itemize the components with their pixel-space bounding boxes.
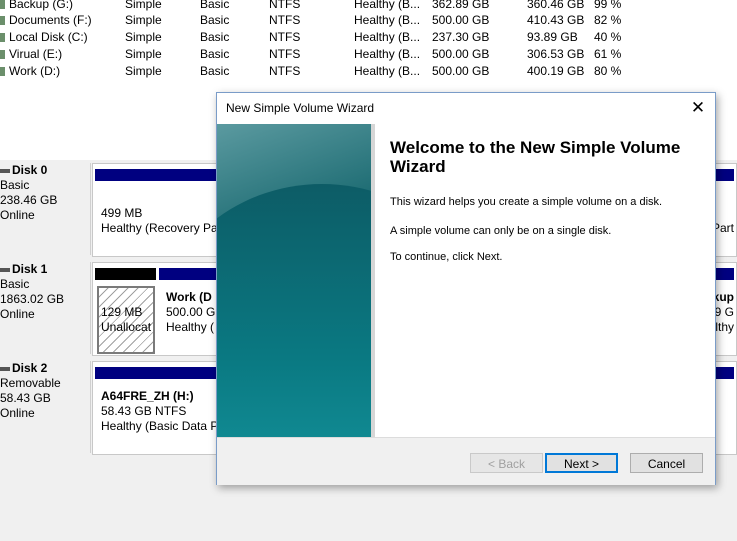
welcome-line-2: A simple volume can only be on a single …: [390, 225, 612, 237]
volume-capacity: 500.00 GB: [432, 47, 490, 61]
disk-2-label[interactable]: Disk 2 Removable 58.43 GB Online: [0, 361, 91, 453]
partition-name[interactable]: A64FRE_ZH (H:): [101, 389, 194, 404]
volume-type: Basic: [200, 64, 230, 78]
partition-name[interactable]: Work (D: [166, 290, 212, 305]
wizard-body: Welcome to the New Simple Volume Wizard …: [217, 124, 715, 437]
volume-fs: NTFS: [269, 47, 301, 61]
disk-1-state: Online: [0, 307, 35, 321]
partition-size[interactable]: 58.43 GB NTFS: [101, 404, 186, 419]
volume-pct: 40 %: [594, 30, 622, 44]
volume-capacity: 237.30 GB: [432, 30, 490, 44]
volume-name: Virual (E:): [9, 47, 63, 61]
banner-divider: [371, 124, 375, 437]
partition-status[interactable]: Healthy (Basic Data Pa: [101, 419, 225, 434]
volume-pct: 80 %: [594, 64, 622, 78]
disk-0-state: Online: [0, 208, 35, 222]
volume-fs: NTFS: [269, 13, 301, 27]
volume-type: Basic: [200, 13, 230, 27]
volume-free: 400.19 GB: [527, 64, 585, 78]
unallocated-size: 129 MB: [101, 305, 143, 319]
volume-layout: Simple: [125, 64, 162, 78]
volume-type: Basic: [200, 47, 230, 61]
volume-icon: [0, 50, 5, 59]
volume-layout: Simple: [125, 13, 162, 27]
volume-fs: NTFS: [269, 64, 301, 78]
disk-0-label[interactable]: Disk 0 Basic 238.46 GB Online: [0, 163, 91, 255]
volume-free: 306.53 GB: [527, 47, 585, 61]
welcome-line-3: To continue, click Next.: [390, 251, 503, 263]
new-simple-volume-wizard: New Simple Volume Wizard ✕ Welcome to th…: [216, 92, 716, 485]
next-button[interactable]: Next >: [545, 453, 618, 473]
volume-status: Healthy (B...: [354, 47, 421, 61]
disk-2-size: 58.43 GB: [0, 391, 51, 405]
unallocated-label: Unallocat: [101, 320, 152, 334]
disk-0-size: 238.46 GB: [0, 193, 58, 207]
disk-0-kind: Basic: [0, 178, 30, 192]
cancel-button[interactable]: Cancel: [630, 453, 703, 473]
disk-1-kind: Basic: [0, 277, 30, 291]
partition-status[interactable]: Healthy (: [166, 320, 214, 335]
volume-name: Work (D:): [9, 64, 61, 78]
partition-size[interactable]: 500.00 GB: [166, 305, 223, 320]
welcome-line-1: This wizard helps you create a simple vo…: [390, 196, 663, 208]
disk-icon: [0, 168, 10, 173]
volume-fs: NTFS: [269, 30, 301, 44]
volume-free: 93.89 GB: [527, 30, 578, 44]
disk-2-kind: Removable: [0, 376, 61, 390]
volume-layout: Simple: [125, 30, 162, 44]
wizard-footer: < Back Next > Cancel: [217, 437, 715, 485]
volume-capacity: 500.00 GB: [432, 64, 490, 78]
close-icon[interactable]: ✕: [681, 93, 715, 123]
volume-status: Healthy (B...: [354, 13, 421, 27]
volume-layout: Simple: [125, 47, 162, 61]
volume-type: Basic: [200, 30, 230, 44]
volume-icon: [0, 16, 5, 25]
disk-icon: [0, 267, 10, 272]
disk-1-size: 1863.02 GB: [0, 292, 65, 306]
disk-2-name: Disk 2: [12, 361, 48, 375]
volume-icon: [0, 33, 5, 42]
volume-pct: 82 %: [594, 13, 622, 27]
volume-name: Documents (F:): [9, 13, 92, 27]
volume-status: Healthy (B...: [354, 30, 421, 44]
disk-1-label[interactable]: Disk 1 Basic 1863.02 GB Online: [0, 262, 91, 354]
volume-pct: 61 %: [594, 47, 622, 61]
wizard-banner: [217, 124, 375, 437]
volume-free: 410.43 GB: [527, 13, 585, 27]
partition-status[interactable]: Healthy (Recovery Par: [101, 221, 222, 236]
banner-wave: [217, 184, 375, 437]
partition-size[interactable]: 499 MB: [101, 206, 142, 221]
disk-0-name: Disk 0: [12, 163, 48, 177]
volume-name: Local Disk (C:): [9, 30, 88, 44]
volume-status: Healthy (B...: [354, 64, 421, 78]
unallocated-bar: [95, 268, 156, 280]
disk-icon: [0, 366, 10, 371]
disk-1-name: Disk 1: [12, 262, 48, 276]
wizard-title: New Simple Volume Wizard: [226, 101, 375, 115]
volume-capacity: 500.00 GB: [432, 13, 490, 27]
back-button[interactable]: < Back: [470, 453, 543, 473]
disk-2-state: Online: [0, 406, 35, 420]
partition-status[interactable]: lthy: [715, 320, 734, 335]
welcome-heading: Welcome to the New Simple Volume Wizard: [390, 138, 681, 176]
volume-icon: [0, 0, 5, 9]
volume-icon: [0, 67, 5, 76]
